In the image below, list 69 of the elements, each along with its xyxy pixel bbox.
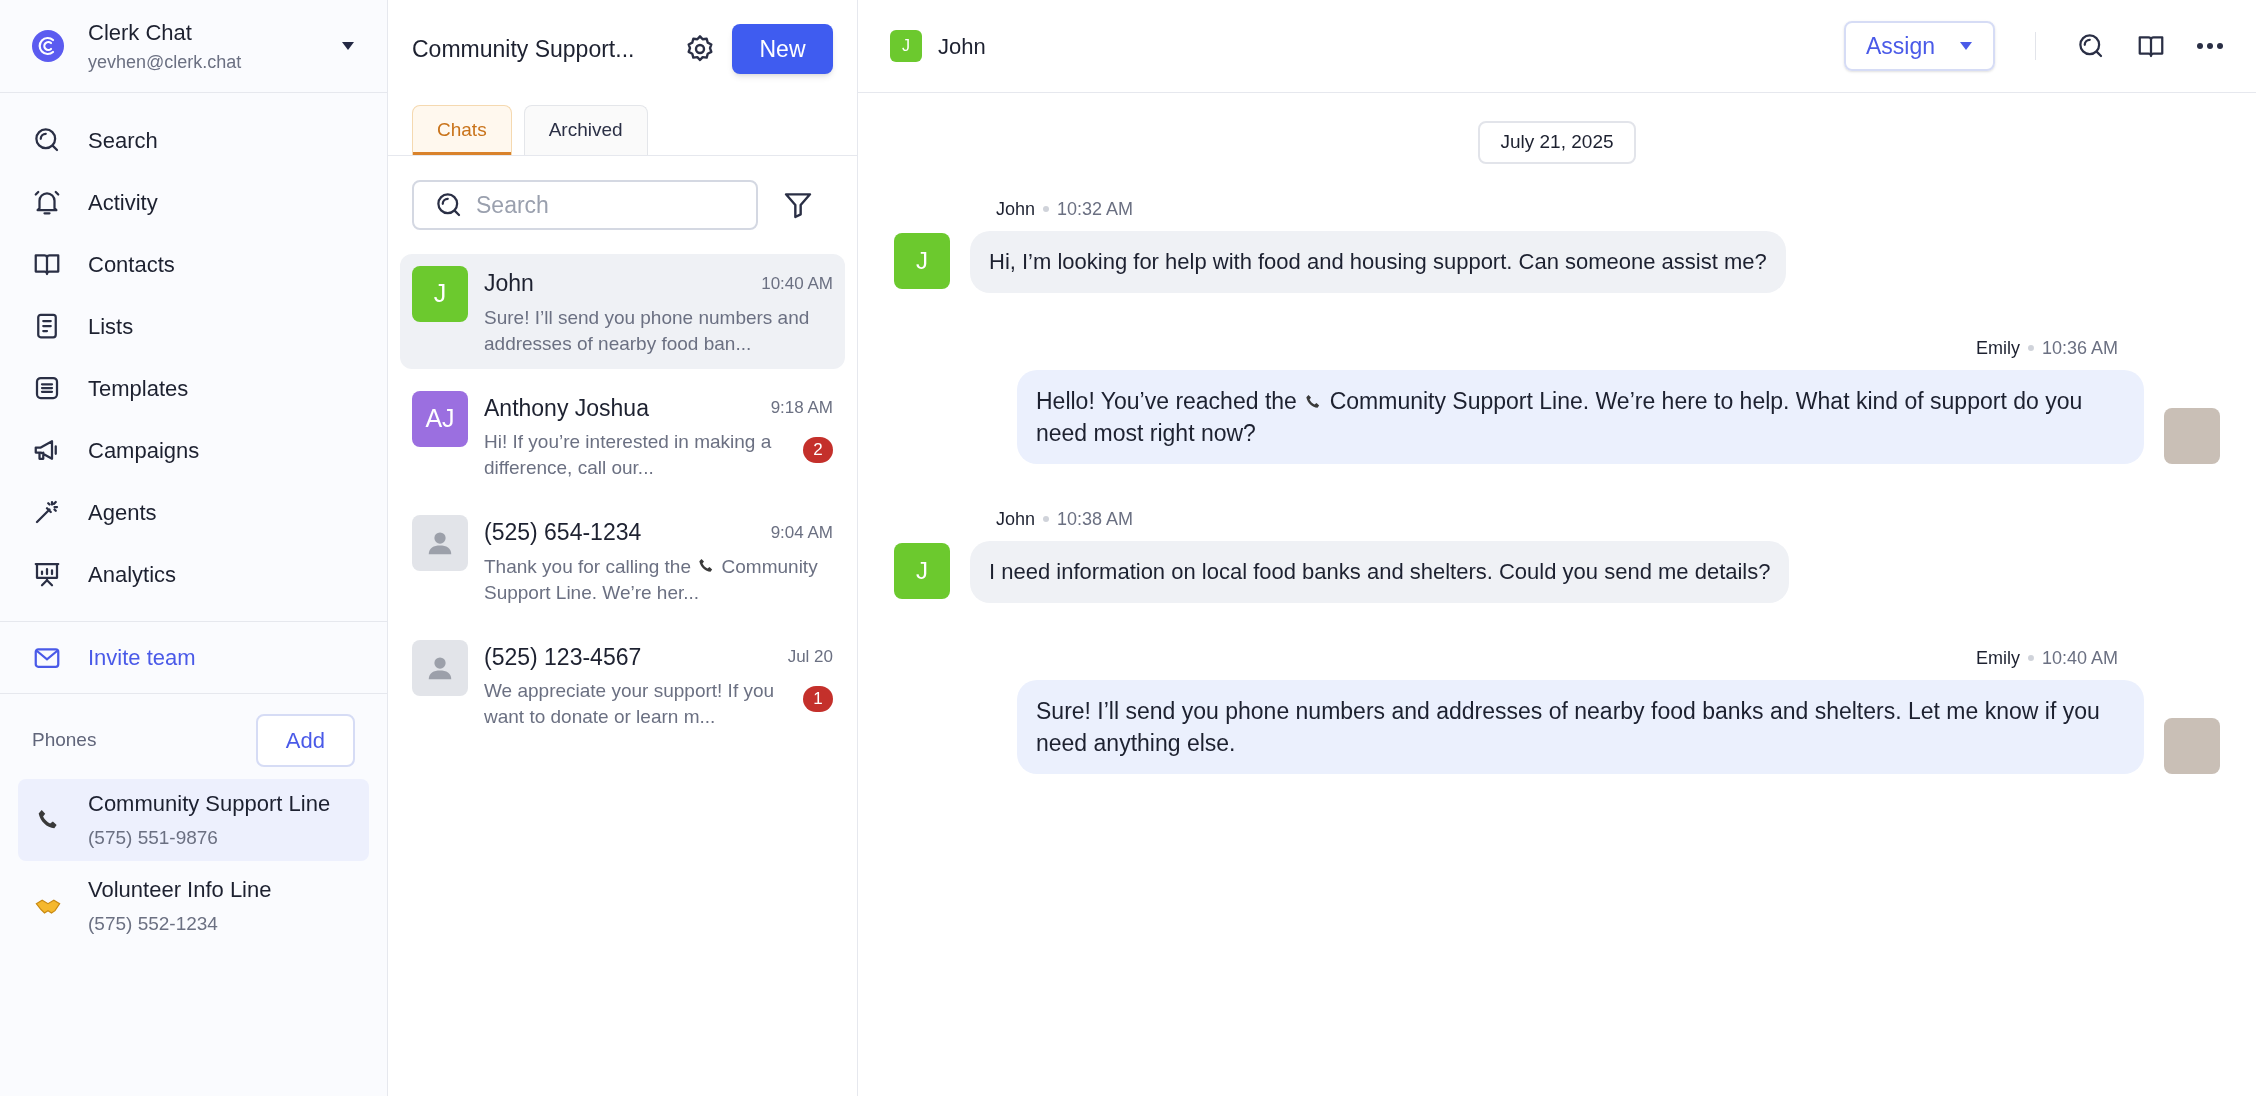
chat-contact-name: Anthony Joshua (484, 393, 649, 423)
initials-avatar: AJ (412, 390, 468, 447)
add-button[interactable]: Add (255, 714, 355, 767)
sender-name: Emily (1975, 336, 2020, 360)
sender-name: John (996, 197, 1036, 221)
message-time: 10:38 AM (1057, 507, 1134, 531)
phone-line-name: Volunteer Info Line (88, 876, 272, 905)
chat-time: Jul 20 (787, 646, 833, 668)
message-time: 10:40 AM (2041, 646, 2118, 670)
nav-item[interactable]: Search (0, 109, 387, 171)
logo-icon (32, 30, 64, 62)
invite-team-link[interactable]: Invite team (0, 622, 387, 694)
nav-item[interactable]: Agents (0, 481, 387, 543)
nav-item[interactable]: Lists (0, 295, 387, 357)
nav-item[interactable]: Contacts (0, 233, 387, 295)
chat-contact-name: (525) 654-1234 (484, 518, 642, 547)
chat-list-item[interactable]: (525) 123-4567 Jul 20 We appreciate your support! If you want to donate or learn m... 1 (400, 627, 845, 742)
chat-time: 9:04 AM (770, 521, 833, 544)
sender-name: Emily (1975, 646, 2020, 670)
sender-name: John (996, 507, 1036, 531)
chat-contact-name: John (484, 269, 534, 298)
photo-placeholder (2164, 407, 2220, 464)
assign-button[interactable]: Assign (1843, 21, 1995, 71)
person-avatar (412, 515, 468, 571)
search-input[interactable]: Search (476, 187, 736, 223)
contact-avatar: J (890, 30, 922, 62)
tab[interactable]: Archived (523, 105, 648, 155)
account-email: yevhen@clerk.chat (88, 51, 243, 74)
search-field[interactable]: Search (412, 180, 758, 230)
sender-avatar: J (894, 542, 950, 599)
chat-time: 9:18 AM (770, 397, 833, 419)
chat-list-item[interactable]: J John 10:40 AM Sure! I’ll send you phone numbers and addresses of nearby food ban... (400, 254, 845, 369)
unread-count: 2 (803, 437, 833, 463)
phone-line-number: (575) 552-1234 (88, 912, 219, 937)
chat-list-item[interactable]: AJ Anthony Joshua 9:18 AM Hi! If you’re interested in making a difference, call our... 2 (400, 378, 845, 493)
chat-preview: Thank you for calling the Community Support Line. We’re her... (484, 554, 819, 605)
unread-count: 1 (803, 686, 833, 712)
nav-item[interactable]: Campaigns (0, 419, 387, 481)
phones-heading: Phones (32, 728, 97, 753)
phone-line-name: Community Support Line (88, 790, 331, 819)
nav-item[interactable]: Analytics (0, 543, 387, 605)
sender-avatar: J (894, 232, 950, 289)
message-bubble: Hello! You’ve reached the Community Support Line. We’re here to help. What kind of support do you need most right now? (1017, 369, 2144, 464)
message-bubble: Hi, I’m looking for help with food and housing support. Can someone assist me? (970, 230, 1786, 293)
account-name: Clerk Chat (88, 19, 193, 47)
caret-icon (1959, 41, 1973, 51)
more-icon[interactable] (2196, 42, 2224, 50)
contact-name: John (938, 32, 987, 61)
photo-placeholder (2164, 717, 2220, 774)
message-time: 10:36 AM (2041, 336, 2118, 360)
initials-avatar: J (412, 266, 468, 322)
message-bubble: Sure! I’ll send you phone numbers and addresses of nearby food banks and shelters. Let me know if you need anything else. (1017, 679, 2144, 774)
inbox-title: Community Support... (412, 34, 636, 64)
nav-item[interactable]: Templates (0, 357, 387, 419)
phone-line-number: (575) 551-9876 (88, 826, 219, 851)
phone-line-item[interactable]: Volunteer Info Line (575) 552-1234 (18, 865, 369, 947)
chat-preview: Sure! I’ll send you phone numbers and addresses of nearby food ban... (484, 305, 811, 356)
chat-contact-name: (525) 123-4567 (484, 642, 642, 672)
nav-item[interactable]: Activity (0, 171, 387, 233)
chat-preview: Hi! If you’re interested in making a difference, call our... (484, 430, 773, 480)
new-button[interactable]: New (732, 24, 833, 74)
message-bubble: I need information on local food banks and shelters. Could you send me details? (970, 540, 1790, 603)
chat-list-item[interactable]: (525) 654-1234 9:04 AM Thank you for calling the Community Support Line. We’re her... (400, 503, 845, 618)
message-time: 10:32 AM (1057, 197, 1134, 221)
caret-icon[interactable] (341, 41, 355, 51)
phone-line-item[interactable]: Community Support Line (575) 551-9876 (18, 779, 369, 861)
chat-preview: We appreciate your support! If you want to donate or learn m... (484, 679, 776, 729)
chat-time: 10:40 AM (761, 272, 833, 295)
person-avatar (412, 639, 468, 696)
